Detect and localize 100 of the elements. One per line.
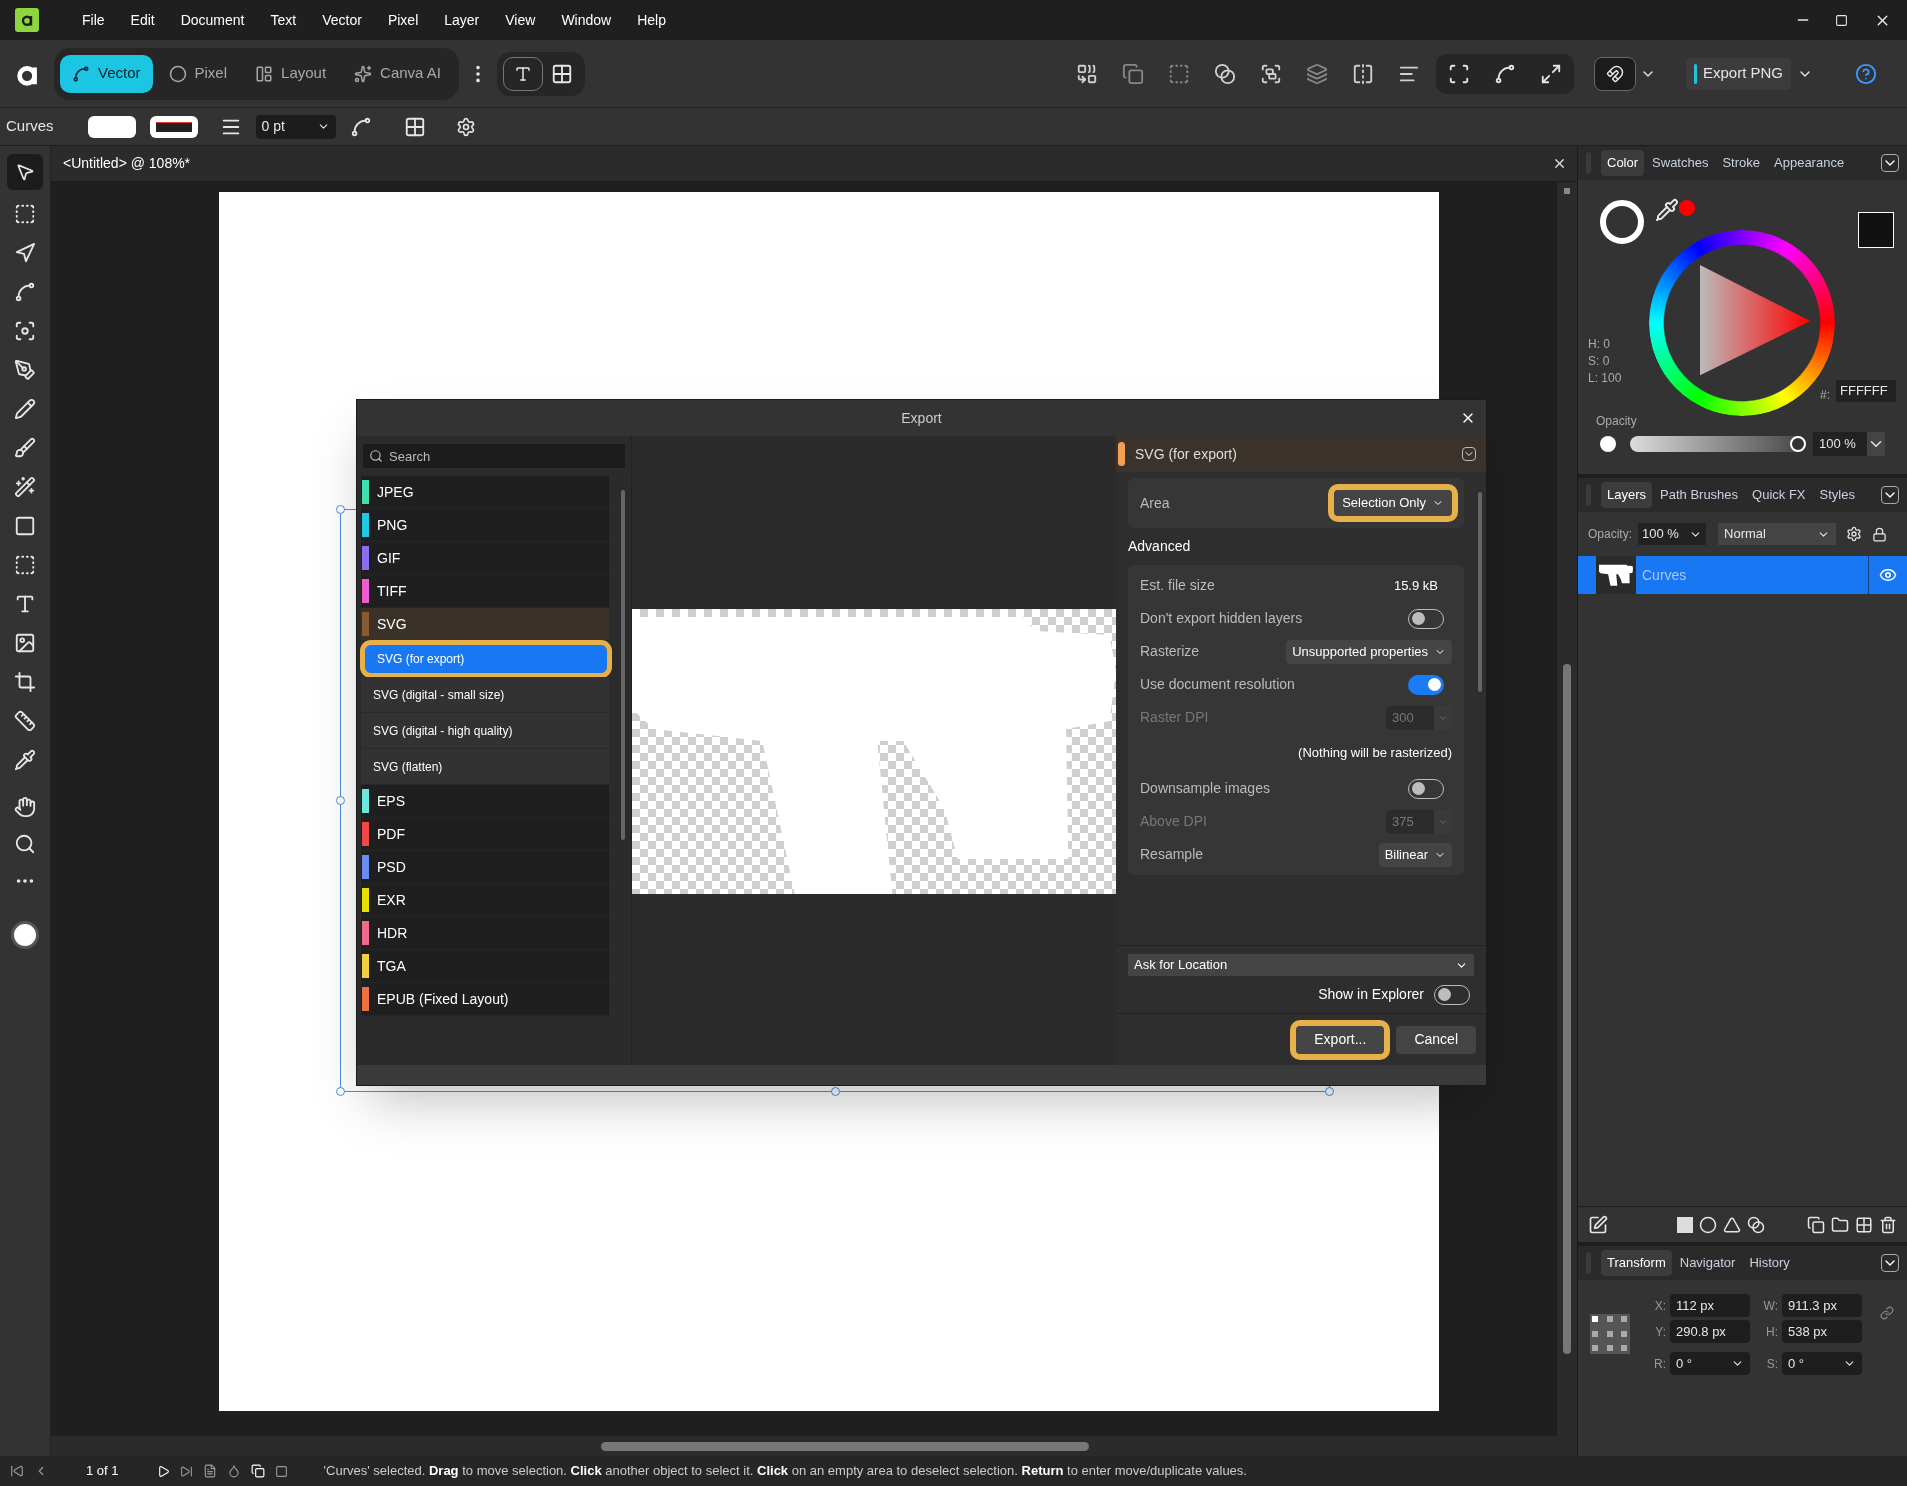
copy-icon[interactable] bbox=[250, 1464, 265, 1478]
format-item[interactable]: PSD bbox=[361, 851, 609, 884]
panel-tab[interactable]: Appearance bbox=[1768, 150, 1851, 176]
target-icon[interactable] bbox=[14, 320, 36, 342]
snap-bounding-icon[interactable] bbox=[1447, 62, 1470, 85]
panel-tab[interactable]: Path Brushes bbox=[1654, 482, 1745, 508]
panel-tab[interactable]: Swatches bbox=[1646, 150, 1715, 176]
option-select[interactable]: Bilinear bbox=[1378, 842, 1452, 867]
snap-nodes-icon[interactable] bbox=[1493, 62, 1516, 85]
list-scrollbar[interactable] bbox=[621, 490, 625, 840]
search-field[interactable]: Search bbox=[363, 444, 625, 468]
text-style-button[interactable] bbox=[502, 56, 543, 91]
format-item[interactable]: EXR bbox=[361, 884, 609, 917]
rotation-select[interactable]: 0 ° bbox=[1782, 1352, 1862, 1375]
panel-tab[interactable]: Layers bbox=[1601, 482, 1653, 508]
curve-icon[interactable] bbox=[349, 115, 372, 138]
anchor-grid[interactable] bbox=[1590, 1314, 1630, 1354]
wand-icon[interactable] bbox=[14, 476, 36, 498]
pencil-icon[interactable] bbox=[14, 398, 36, 420]
format-item[interactable]: HDR bbox=[361, 917, 609, 950]
square-icon[interactable] bbox=[274, 1464, 288, 1478]
snapping-button[interactable] bbox=[1593, 56, 1636, 91]
pen-tool-icon[interactable] bbox=[14, 359, 36, 381]
menu-item[interactable]: Pixel bbox=[374, 9, 432, 31]
panel-tab[interactable]: Stroke bbox=[1716, 150, 1767, 176]
help-icon[interactable] bbox=[1855, 62, 1877, 85]
input-field[interactable]: 290.8 px bbox=[1670, 1320, 1750, 1343]
eyedropper-icon[interactable] bbox=[1655, 198, 1679, 222]
stroke-width-select[interactable]: 0 pt bbox=[255, 114, 336, 139]
format-item[interactable]: EPUB (Fixed Layout) bbox=[361, 983, 609, 1016]
delete-icon[interactable] bbox=[1879, 1215, 1897, 1234]
menu-item[interactable]: Edit bbox=[117, 9, 168, 31]
text-tool-icon[interactable] bbox=[14, 593, 36, 615]
color-swatch[interactable] bbox=[11, 921, 39, 949]
next-page-icon[interactable] bbox=[156, 1464, 170, 1478]
mask-icon[interactable] bbox=[1699, 1215, 1717, 1234]
input-field[interactable]: 538 px bbox=[1782, 1320, 1862, 1343]
collapse-icon[interactable] bbox=[1462, 447, 1476, 461]
input-field[interactable]: 112 px bbox=[1670, 1294, 1750, 1317]
crop-icon[interactable] bbox=[14, 671, 36, 693]
panel-tab[interactable]: Quick FX bbox=[1746, 482, 1812, 508]
ruler-icon[interactable] bbox=[14, 710, 36, 732]
artboard-icon[interactable] bbox=[14, 203, 36, 225]
page-icon[interactable] bbox=[202, 1464, 217, 1478]
default-colors-icon[interactable] bbox=[1858, 212, 1894, 248]
rotation-select[interactable]: 0 ° bbox=[1670, 1352, 1750, 1375]
format-item[interactable]: SVG bbox=[361, 608, 609, 641]
last-page-icon[interactable] bbox=[179, 1464, 193, 1478]
lock-icon[interactable] bbox=[1872, 526, 1887, 542]
opacity-slider[interactable] bbox=[1630, 436, 1806, 452]
panel-tab[interactable]: History bbox=[1743, 1250, 1796, 1276]
export-png-button[interactable]: Export PNG bbox=[1685, 57, 1791, 90]
curve-icon[interactable] bbox=[14, 281, 36, 303]
eyedropper-icon[interactable] bbox=[14, 749, 36, 771]
menu-item[interactable]: Text bbox=[257, 9, 310, 31]
format-item[interactable]: JPEG bbox=[361, 476, 609, 509]
menu-item[interactable]: Vector bbox=[309, 9, 375, 31]
settings-icon[interactable] bbox=[455, 116, 476, 137]
hand-icon[interactable] bbox=[14, 796, 36, 818]
format-item[interactable]: EPS bbox=[361, 785, 609, 818]
pointer-tool[interactable] bbox=[7, 154, 43, 190]
checker-icon[interactable] bbox=[1855, 1215, 1873, 1234]
settings-scrollbar[interactable] bbox=[1478, 492, 1482, 692]
hex-field[interactable]: FFFFFF bbox=[1836, 380, 1896, 402]
node-pointer-icon[interactable] bbox=[14, 242, 36, 264]
maximize-icon[interactable] bbox=[1835, 13, 1848, 27]
collapse-icon[interactable] bbox=[1881, 486, 1899, 504]
toggle-switch[interactable] bbox=[1408, 674, 1444, 695]
dashed-square-icon[interactable] bbox=[14, 554, 36, 576]
vertical-scrollbar[interactable] bbox=[1557, 182, 1577, 1436]
app-logo[interactable] bbox=[15, 8, 39, 32]
format-item[interactable]: GIF bbox=[361, 542, 609, 575]
persona-tab[interactable]: Pixel bbox=[156, 54, 240, 93]
format-item[interactable]: PNG bbox=[361, 509, 609, 542]
collapse-icon[interactable] bbox=[1881, 1254, 1899, 1272]
snap-geometry-icon[interactable] bbox=[1539, 62, 1562, 85]
location-select[interactable]: Ask for Location bbox=[1128, 954, 1474, 976]
menu-item[interactable]: Layer bbox=[431, 9, 493, 31]
menu-item[interactable]: Document bbox=[167, 9, 258, 31]
edit-icon[interactable] bbox=[1588, 1214, 1608, 1235]
visibility-icon[interactable] bbox=[1879, 566, 1897, 584]
persona-tab[interactable]: Vector bbox=[60, 54, 153, 93]
folder-icon[interactable] bbox=[1831, 1215, 1849, 1234]
persona-tab[interactable]: Canva AI bbox=[342, 54, 453, 93]
image-icon[interactable] bbox=[14, 632, 36, 654]
option-select[interactable]: Unsupported properties bbox=[1286, 639, 1452, 664]
blend-mode-select[interactable]: Normal bbox=[1718, 523, 1836, 545]
cancel-button[interactable]: Cancel bbox=[1396, 1025, 1476, 1054]
fill-swatch[interactable] bbox=[87, 115, 136, 138]
stroke-swatch[interactable] bbox=[149, 115, 198, 138]
menu-item[interactable]: Help bbox=[624, 9, 679, 31]
collapse-icon[interactable] bbox=[1881, 154, 1899, 172]
first-page-icon[interactable] bbox=[10, 1464, 24, 1478]
grid-icon[interactable] bbox=[550, 62, 573, 85]
opacity-select[interactable]: 100 % bbox=[1813, 432, 1885, 456]
settings-icon[interactable] bbox=[1846, 526, 1862, 542]
menu-item[interactable]: Window bbox=[548, 9, 625, 31]
format-item[interactable]: PDF bbox=[361, 818, 609, 851]
menu-item[interactable]: File bbox=[69, 9, 118, 31]
format-item[interactable]: TGA bbox=[361, 950, 609, 983]
